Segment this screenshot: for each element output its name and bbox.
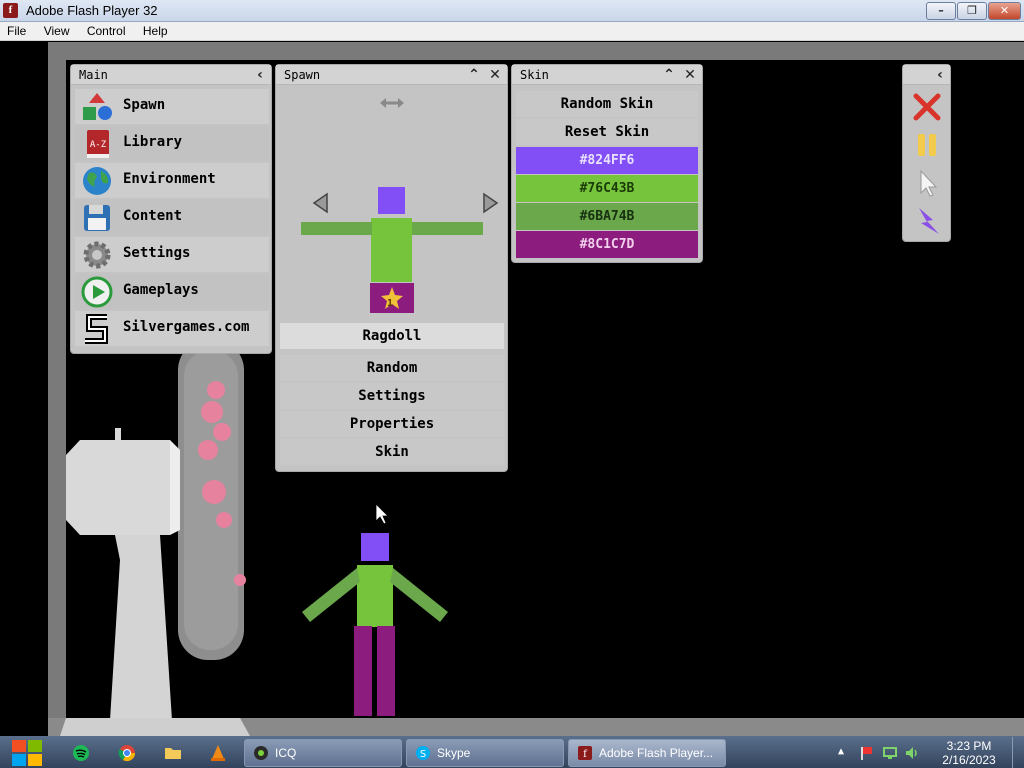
reset-skin-button[interactable]: Reset Skin — [516, 119, 698, 145]
spawn-panel: Spawn ⌃ ✕ 1 Ragdoll Random Settings Prop… — [275, 64, 508, 472]
minimize-panel-icon[interactable]: ⌃ — [465, 66, 483, 84]
spawn-panel-header: Spawn ⌃ ✕ — [276, 65, 507, 85]
color-swatch-torso[interactable]: #76C43B — [516, 175, 698, 202]
main-item-spawn[interactable]: Spawn — [75, 89, 269, 124]
prev-arrow-icon[interactable] — [312, 192, 328, 214]
skin-panel-header: Skin ⌃ ✕ — [512, 65, 702, 85]
pause-icon[interactable] — [911, 129, 943, 161]
main-item-label: Content — [123, 208, 183, 224]
ragdoll-selector[interactable]: Ragdoll — [280, 323, 504, 349]
random-skin-button[interactable]: Random Skin — [516, 91, 698, 117]
floppy-disk-icon — [84, 205, 110, 231]
lightning-icon[interactable] — [911, 205, 943, 237]
svg-text:A-Z: A-Z — [90, 140, 107, 150]
main-item-library[interactable]: A-Z Library — [75, 126, 269, 161]
toolbox-header: ‹ — [903, 65, 950, 85]
color-swatch-head[interactable]: #824FF6 — [516, 147, 698, 174]
shapes-icon — [83, 93, 112, 120]
toolbox-panel: ‹ — [902, 64, 951, 242]
main-item-label: Environment — [123, 171, 216, 187]
chrome-icon[interactable] — [118, 744, 136, 762]
main-item-label: Settings — [123, 245, 191, 261]
icq-icon — [254, 746, 268, 760]
ragdoll-figure[interactable] — [302, 533, 448, 716]
svg-text:S: S — [420, 749, 426, 760]
skin-panel: Skin ⌃ ✕ Random Skin Reset Skin #824FF6 … — [511, 64, 703, 263]
main-panel-title: Main — [79, 68, 108, 82]
main-item-settings[interactable]: Settings — [75, 237, 269, 272]
mouse-cursor — [375, 503, 389, 525]
color-swatch-arms[interactable]: #6BA74B — [516, 203, 698, 230]
action-center-flag-icon[interactable] — [858, 745, 874, 761]
minimize-panel-icon[interactable]: ⌃ — [660, 66, 678, 84]
task-label: Skype — [437, 746, 471, 760]
close-panel-icon[interactable]: ✕ — [681, 66, 699, 84]
skin-panel-title: Skin — [520, 68, 549, 82]
book-az-icon: A-Z — [87, 130, 109, 158]
main-panel-header: Main ‹ — [71, 65, 271, 85]
clock-time[interactable]: 3:23 PM — [934, 739, 1004, 753]
close-panel-icon[interactable]: ✕ — [486, 66, 504, 84]
main-item-environment[interactable]: Environment — [75, 163, 269, 198]
main-item-label: Library — [123, 134, 183, 150]
vlc-icon[interactable] — [209, 744, 227, 762]
task-flash-player[interactable]: f Adobe Flash Player... — [568, 739, 726, 767]
show-desktop-button[interactable] — [1012, 737, 1024, 768]
main-item-label: Gameplays — [123, 282, 199, 298]
folder-icon[interactable] — [164, 744, 182, 762]
next-arrow-icon[interactable] — [483, 192, 499, 214]
spotify-icon[interactable] — [72, 744, 90, 762]
task-label: Adobe Flash Player... — [599, 746, 714, 760]
flip-arrows-icon[interactable] — [380, 98, 404, 108]
gear-icon — [83, 241, 111, 269]
main-item-content[interactable]: Content — [75, 200, 269, 235]
spawn-panel-title: Spawn — [284, 68, 321, 82]
color-swatch-legs[interactable]: #8C1C7D — [516, 231, 698, 258]
clock-date[interactable]: 2/16/2023 — [934, 753, 1004, 767]
ragdoll-preview — [301, 98, 499, 313]
main-item-label: Spawn — [123, 97, 166, 113]
start-windows-icon[interactable] — [10, 738, 44, 768]
network-icon[interactable] — [882, 745, 898, 761]
collapse-left-icon[interactable]: ‹ — [251, 66, 269, 84]
task-icq[interactable]: ICQ — [244, 739, 402, 767]
main-panel: Main ‹ Spawn A-Z Library Environment Con… — [70, 64, 272, 354]
cursor-icon[interactable] — [911, 167, 943, 199]
volume-icon[interactable] — [904, 745, 920, 761]
collapse-left-icon[interactable]: ‹ — [931, 66, 949, 84]
skype-icon: S — [416, 746, 430, 760]
skin-number-badge: 1 — [387, 298, 394, 309]
spawn-settings-button[interactable]: Settings — [280, 383, 504, 409]
globe-icon — [83, 167, 111, 195]
main-item-label: Silvergames.com — [123, 319, 250, 335]
play-icon — [81, 276, 113, 308]
flash-icon: f — [578, 746, 592, 760]
delete-x-icon[interactable] — [911, 91, 943, 123]
task-label: ICQ — [275, 746, 297, 760]
skin-button[interactable]: Skin — [280, 439, 504, 465]
main-item-silvergames[interactable]: Silvergames.com — [75, 311, 269, 346]
main-item-gameplays[interactable]: Gameplays — [75, 274, 269, 309]
random-button[interactable]: Random — [280, 355, 504, 381]
task-skype[interactable]: S Skype — [406, 739, 564, 767]
tray-expand-icon[interactable]: ▲ — [838, 746, 844, 757]
properties-button[interactable]: Properties — [280, 411, 504, 437]
silvergames-s-icon — [85, 314, 108, 344]
fan-object[interactable] — [60, 340, 250, 736]
